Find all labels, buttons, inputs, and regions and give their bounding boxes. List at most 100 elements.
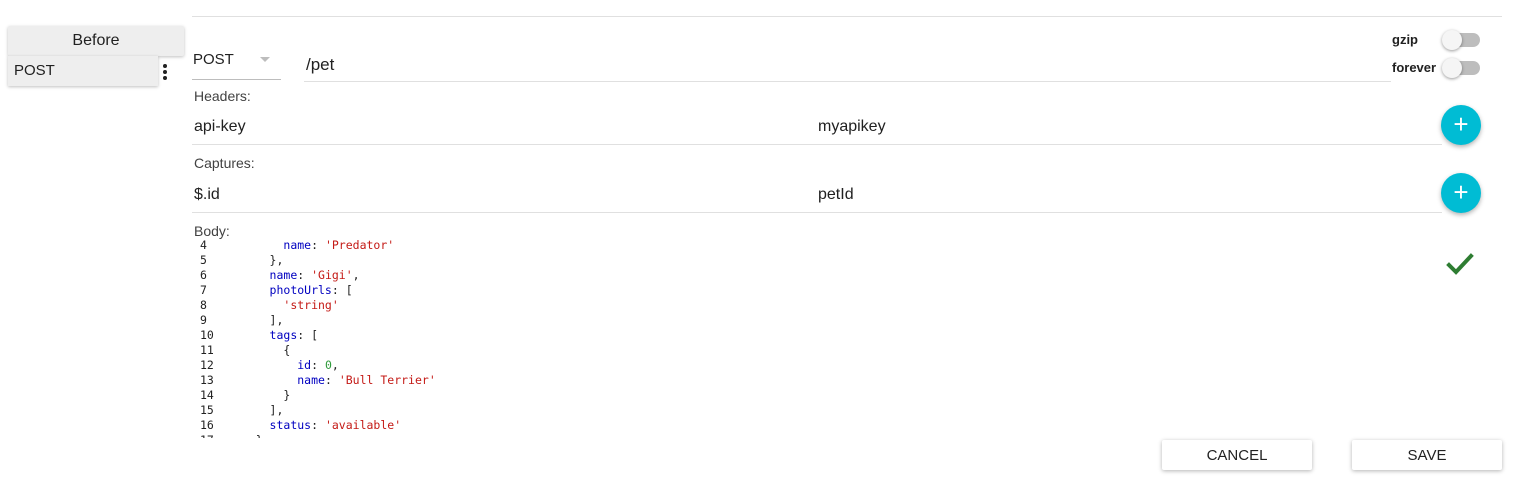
code-line: 10 tags: [: [200, 328, 1100, 343]
add-capture-button[interactable]: +: [1441, 173, 1481, 213]
code-line: 11 {: [200, 343, 1100, 358]
toggle-knob: [1442, 30, 1462, 50]
code-token: : [: [297, 328, 319, 342]
code-token: }: [283, 388, 291, 402]
code-token: tags: [269, 328, 298, 342]
line-number: 8: [200, 298, 207, 312]
code-token: status: [269, 418, 312, 432]
code-token: 'Gigi': [311, 268, 353, 282]
code-token: ,: [352, 268, 360, 282]
code-line: 15 ],: [200, 403, 1100, 418]
code-token: ],: [269, 313, 284, 327]
cancel-button[interactable]: CANCEL: [1162, 440, 1312, 470]
line-number: 14: [200, 388, 214, 402]
capture-row: $.id petId: [192, 181, 1442, 213]
code-token: }: [256, 433, 263, 438]
gzip-toggle-row: gzip: [1392, 30, 1492, 50]
sidebar-item-post[interactable]: POST: [8, 56, 158, 86]
code-token: :: [311, 418, 325, 432]
code-token: :: [311, 358, 325, 372]
plus-icon: +: [1453, 177, 1469, 207]
capture-value-input[interactable]: petId: [818, 186, 854, 204]
line-number: 4: [200, 238, 207, 252]
code-token: ,: [331, 358, 339, 372]
code-line: 8 'string': [200, 298, 1100, 313]
code-token: name: [297, 373, 325, 387]
code-token: 'string': [283, 298, 339, 312]
plus-icon: +: [1453, 109, 1469, 139]
line-number: 15: [200, 403, 214, 417]
forever-toggle-row: forever: [1392, 58, 1492, 78]
line-number: 12: [200, 358, 214, 372]
code-line: 5 },: [200, 253, 1100, 268]
code-line: 12 id: 0,: [200, 358, 1100, 373]
code-token: id: [297, 358, 312, 372]
code-token: {: [283, 343, 291, 357]
code-token: photoUrls: [269, 283, 332, 297]
code-token: },: [269, 253, 284, 267]
code-line: 17 }: [200, 433, 1100, 438]
header-value-input[interactable]: myapikey: [818, 118, 886, 136]
code-line: 16 status: 'available': [200, 418, 1100, 433]
header-key-input[interactable]: api-key: [194, 118, 246, 136]
code-token: :: [324, 373, 339, 387]
code-token: name: [283, 238, 312, 252]
line-number: 16: [200, 418, 214, 432]
body-code-editor[interactable]: 4 name: 'Predator' 5 }, 6 name: 'Gigi', 7 p…: [200, 238, 1100, 438]
code-line: 7 photoUrls: [: [200, 283, 1100, 298]
forever-label: forever: [1392, 60, 1437, 75]
gzip-toggle[interactable]: [1442, 30, 1480, 50]
top-divider: [192, 16, 1502, 17]
gzip-label: gzip: [1392, 32, 1418, 47]
code-token: ],: [269, 403, 284, 417]
line-number: 11: [200, 343, 214, 357]
headers-label: Headers:: [194, 88, 251, 104]
code-line: 4 name: 'Predator': [200, 238, 1100, 253]
before-panel: Before POST: [8, 26, 184, 86]
panel-header: Before: [8, 26, 184, 56]
line-number: 6: [200, 268, 207, 282]
line-number: 17: [200, 433, 228, 438]
toggle-knob: [1442, 58, 1462, 78]
code-token: 'Predator': [324, 238, 395, 252]
chevron-down-icon: [260, 57, 270, 62]
add-header-button[interactable]: +: [1441, 105, 1481, 145]
line-number: 13: [200, 373, 214, 387]
code-token: :: [297, 268, 312, 282]
header-row: api-key myapikey: [192, 113, 1442, 145]
code-line: 9 ],: [200, 313, 1100, 328]
line-number: 7: [200, 283, 207, 297]
save-button[interactable]: SAVE: [1352, 440, 1502, 470]
method-value: POST: [193, 51, 234, 68]
code-token: 0: [324, 358, 332, 372]
code-line: 6 name: 'Gigi',: [200, 268, 1100, 283]
line-number: 10: [200, 328, 214, 342]
code-token: name: [269, 268, 298, 282]
body-label: Body:: [194, 223, 230, 239]
line-number: 9: [200, 313, 207, 327]
code-line: 13 name: 'Bull Terrier': [200, 373, 1100, 388]
method-select[interactable]: POST: [192, 44, 281, 80]
code-token: :: [311, 238, 325, 252]
line-number: 5: [200, 253, 207, 267]
forever-toggle[interactable]: [1442, 58, 1480, 78]
code-line: 14 }: [200, 388, 1100, 403]
code-token: 'Bull Terrier': [338, 373, 436, 387]
code-token: 'available': [324, 418, 402, 432]
captures-label: Captures:: [194, 155, 255, 171]
capture-key-input[interactable]: $.id: [194, 186, 220, 204]
url-input[interactable]: /pet: [304, 50, 1391, 82]
more-vert-icon[interactable]: [160, 62, 170, 82]
